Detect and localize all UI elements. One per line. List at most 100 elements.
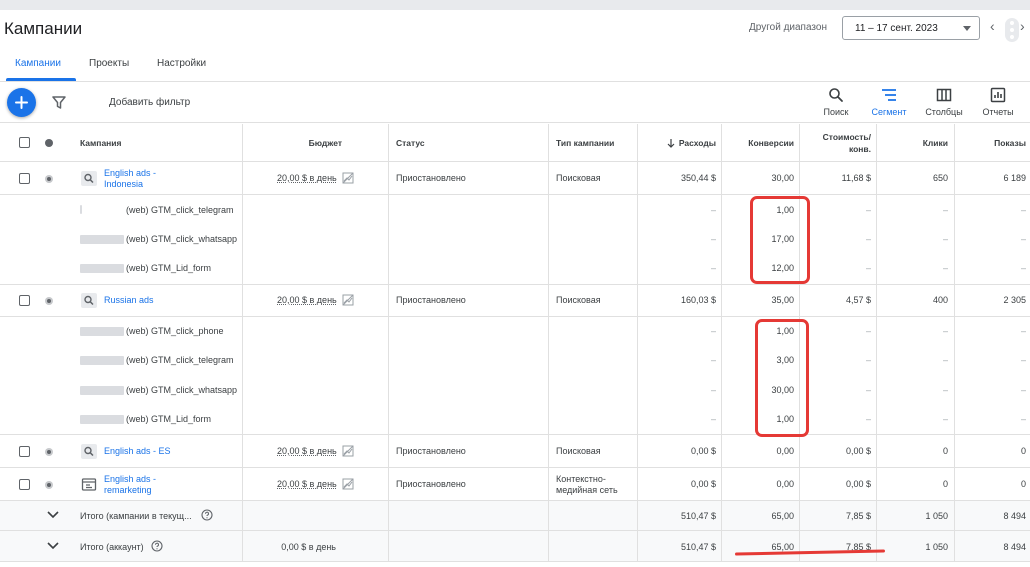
columns-icon [936,88,952,102]
col-budget[interactable]: Бюджет [250,138,342,148]
segment-cost: – [710,414,716,424]
segment-clicks: – [942,263,948,273]
cost-per-conv-value: 4,57 $ [845,295,871,305]
segment-cost: – [710,326,716,336]
tab-campaigns[interactable]: Кампании [15,58,61,69]
add-campaign-button[interactable] [7,88,36,117]
totals-clicks: 1 050 [925,511,948,521]
segment-clicks: – [942,414,948,424]
status-text: Приостановлено [396,295,466,305]
col-campaign[interactable]: Кампания [80,138,122,148]
col-conversions[interactable]: Конверсии [722,138,794,148]
col-impressions[interactable]: Показы [955,138,1026,148]
no-chart-icon[interactable] [342,445,354,457]
campaign-type: Поисковая [556,446,601,456]
date-range-select[interactable]: 11 – 17 сент. 2023 [842,16,980,40]
redacted-text [80,356,124,365]
search-campaign-icon [81,444,97,459]
annotation-box [750,196,810,284]
budget-value[interactable]: 20,00 $ в день [277,173,337,183]
segment-cpc: – [865,205,871,215]
search-button[interactable]: Поиск [813,87,859,117]
campaign-name-link[interactable]: English ads - ES [104,446,171,456]
status-text: Приостановлено [396,479,466,489]
tab-settings[interactable]: Настройки [157,58,206,69]
segment-impressions: – [1020,414,1026,424]
redacted-text [80,415,124,424]
conversions-value: 35,00 [771,295,794,305]
totals-conversions: 65,00 [771,542,794,552]
no-chart-icon[interactable] [342,294,354,306]
segment-label: (web) GTM_click_whatsapp [126,385,238,395]
column-divider [876,124,877,562]
totals-conversions: 65,00 [771,511,794,521]
col-cost-per-conv-line2: конв. [848,144,871,154]
segment-clicks: – [942,205,948,215]
tab-bar: Кампании Проекты Настройки [0,48,1030,82]
add-filter-button[interactable]: Добавить фильтр [109,97,190,108]
chevron-down-icon[interactable] [47,511,59,519]
columns-button[interactable]: Столбцы [921,87,967,117]
no-chart-icon[interactable] [342,172,354,184]
tab-projects[interactable]: Проекты [89,58,129,69]
help-icon[interactable] [151,540,163,552]
campaign-name-link[interactable]: Russian ads [104,295,154,305]
col-campaign-type[interactable]: Тип кампании [556,138,614,148]
segment-label: (web) GTM_Lid_form [126,263,212,273]
col-cost-per-conv[interactable]: Стоимость/ [800,132,871,142]
campaign-name-link-line2[interactable]: remarketing [104,485,152,495]
redacted-text [80,386,124,395]
budget-value[interactable]: 20,00 $ в день [277,446,337,456]
segment-impressions: – [1020,205,1026,215]
columns-label: Столбцы [925,107,963,117]
segment-label: (web) GTM_click_telegram [126,205,234,215]
filter-icon[interactable] [52,96,66,109]
segment-label: (web) GTM_click_phone [126,326,224,336]
column-divider [388,124,389,562]
clicks-value: 650 [932,173,948,183]
campaign-name-link-line2[interactable]: Indonesia [104,179,143,189]
clicks-value: 0 [942,446,948,456]
campaign-name-link[interactable]: English ads - [104,168,156,178]
col-status[interactable]: Статус [396,138,425,148]
budget-value[interactable]: 20,00 $ в день [277,295,337,305]
segment-cost: – [710,385,716,395]
no-chart-icon[interactable] [342,478,354,490]
paused-status-icon [45,175,53,183]
segment-clicks: – [942,355,948,365]
segment-impressions: – [1020,326,1026,336]
chevron-down-icon[interactable] [47,542,59,550]
row-checkbox[interactable] [19,173,30,184]
search-icon [829,88,843,102]
date-range-value: 11 – 17 сент. 2023 [855,23,938,34]
segment-cost: – [710,263,716,273]
row-checkbox[interactable] [19,446,30,457]
totals-budget: 0,00 $ в день [281,542,336,552]
totals-clicks: 1 050 [925,542,948,552]
cost-value: 0,00 $ [690,479,716,489]
chevron-left-icon[interactable]: ‹ [990,18,995,34]
totals-cost: 510,47 $ [680,542,716,552]
search-campaign-icon [81,293,97,308]
reports-button[interactable]: Отчеты [975,87,1021,117]
row-checkbox[interactable] [19,479,30,490]
campaign-type: Контекстно- [556,474,606,484]
segment-cost: – [710,205,716,215]
page-header: Кампании Другой диапазон 11 – 17 сент. 2… [0,10,1030,46]
help-icon[interactable] [201,509,213,521]
cost-value: 350,44 $ [680,173,716,183]
row-checkbox[interactable] [19,295,30,306]
column-divider [637,124,638,562]
col-clicks[interactable]: Клики [877,138,948,148]
chevron-right-icon[interactable]: › [1020,18,1025,34]
segment-label: (web) GTM_click_whatsapp [126,234,238,244]
impressions-value: 2 305 [1003,295,1026,305]
campaign-name-link[interactable]: English ads - [104,474,156,484]
segment-button[interactable]: Сегмент [866,87,912,117]
clicks-value: 400 [932,295,948,305]
column-divider [721,124,722,562]
col-cost[interactable]: Расходы [640,138,716,148]
budget-value[interactable]: 20,00 $ в день [277,479,337,489]
more-options-icon[interactable] [1005,18,1019,42]
select-all-checkbox[interactable] [19,137,30,148]
